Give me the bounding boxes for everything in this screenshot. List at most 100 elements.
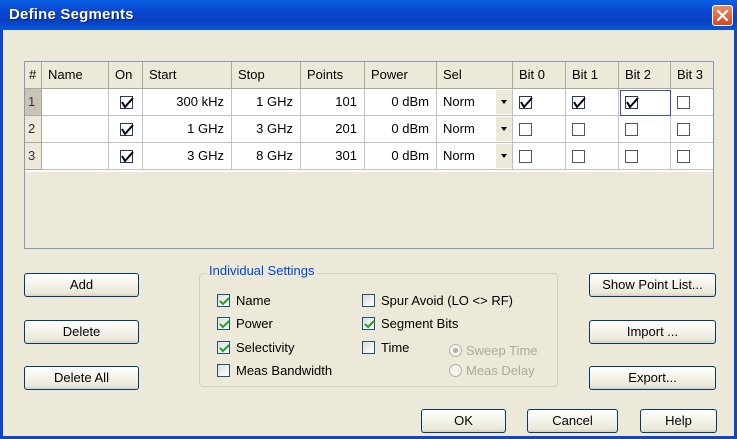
- cell-start[interactable]: 1 GHz: [143, 116, 232, 143]
- col-header-bit0[interactable]: Bit 0: [513, 62, 566, 89]
- check-icon: [219, 344, 230, 353]
- cell-name[interactable]: [42, 116, 109, 143]
- selectivity-label[interactable]: Selectivity: [236, 340, 295, 355]
- col-header-on[interactable]: On: [109, 62, 143, 89]
- power-label[interactable]: Power: [236, 316, 273, 331]
- bit0-checkbox[interactable]: [519, 123, 532, 136]
- individual-settings-label: Individual Settings: [207, 263, 317, 278]
- bit0-checkbox[interactable]: [519, 150, 532, 163]
- col-header-power[interactable]: Power: [365, 62, 437, 89]
- col-header-sel[interactable]: Sel: [437, 62, 513, 89]
- delete-button[interactable]: Delete: [24, 320, 139, 344]
- time-label[interactable]: Time: [381, 340, 409, 355]
- bit3-checkbox[interactable]: [677, 150, 690, 163]
- name-checkbox[interactable]: [217, 294, 230, 307]
- row-header-1[interactable]: 1: [25, 89, 42, 116]
- segment-bits-checkbox[interactable]: [362, 317, 375, 330]
- cell-power[interactable]: 0 dBm: [365, 143, 437, 170]
- cell-stop[interactable]: 8 GHz: [232, 143, 301, 170]
- show-point-list-button[interactable]: Show Point List...: [589, 273, 716, 297]
- col-header-bit1[interactable]: Bit 1: [566, 62, 619, 89]
- cell-power[interactable]: 0 dBm: [365, 116, 437, 143]
- meas-delay-radio[interactable]: [449, 364, 462, 377]
- cell-sel[interactable]: Norm: [437, 116, 513, 143]
- help-button[interactable]: Help: [640, 409, 717, 433]
- cell-on[interactable]: [109, 116, 143, 143]
- close-button[interactable]: [712, 5, 733, 26]
- cell-start[interactable]: 300 kHz: [143, 89, 232, 116]
- bit0-checkbox[interactable]: [519, 96, 533, 109]
- cell-bit3[interactable]: [671, 116, 713, 143]
- export-button[interactable]: Export...: [589, 366, 716, 390]
- row-header-2[interactable]: 2: [25, 116, 42, 143]
- cell-points[interactable]: 101: [301, 89, 365, 116]
- cell-stop[interactable]: 1 GHz: [232, 89, 301, 116]
- sel-dropdown-button[interactable]: [495, 90, 512, 114]
- spur-avoid-label[interactable]: Spur Avoid (LO <> RF): [381, 293, 513, 308]
- cell-power[interactable]: 0 dBm: [365, 89, 437, 116]
- cell-bit0[interactable]: [513, 89, 566, 116]
- cell-bit1[interactable]: [566, 89, 619, 116]
- sel-dropdown-button[interactable]: [495, 144, 512, 168]
- bit1-checkbox[interactable]: [572, 150, 585, 163]
- sweep-time-radio[interactable]: [449, 344, 462, 357]
- on-checkbox[interactable]: [120, 123, 134, 136]
- cell-points[interactable]: 301: [301, 143, 365, 170]
- cell-bit2[interactable]: [619, 143, 671, 170]
- check-icon: [121, 151, 134, 163]
- meas-bandwidth-checkbox[interactable]: [217, 364, 230, 377]
- bit1-checkbox[interactable]: [572, 123, 585, 136]
- cell-sel[interactable]: Norm: [437, 89, 513, 116]
- segment-table[interactable]: # Name On Start Stop Points Power Sel Bi…: [24, 61, 714, 249]
- cell-sel[interactable]: Norm: [437, 143, 513, 170]
- name-label[interactable]: Name: [236, 293, 271, 308]
- cell-points[interactable]: 201: [301, 116, 365, 143]
- cancel-button[interactable]: Cancel: [527, 409, 618, 433]
- on-checkbox[interactable]: [120, 150, 134, 163]
- cell-bit3[interactable]: [671, 143, 713, 170]
- cell-start[interactable]: 3 GHz: [143, 143, 232, 170]
- selectivity-checkbox[interactable]: [217, 341, 230, 354]
- cell-focus-outline: [620, 90, 671, 116]
- cell-on[interactable]: [109, 143, 143, 170]
- title-bar[interactable]: Define Segments: [0, 0, 737, 30]
- on-checkbox[interactable]: [120, 96, 134, 109]
- bit2-checkbox[interactable]: [625, 123, 638, 136]
- close-icon: [716, 9, 729, 22]
- segment-bits-label[interactable]: Segment Bits: [381, 316, 458, 331]
- col-header-start[interactable]: Start: [143, 62, 232, 89]
- bit3-checkbox[interactable]: [677, 96, 690, 109]
- cell-stop[interactable]: 3 GHz: [232, 116, 301, 143]
- power-checkbox[interactable]: [217, 317, 230, 330]
- cell-bit0[interactable]: [513, 143, 566, 170]
- sweep-time-label[interactable]: Sweep Time: [466, 343, 538, 358]
- col-header-bit2[interactable]: Bit 2: [619, 62, 671, 89]
- cell-bit2[interactable]: [619, 116, 671, 143]
- col-header-name[interactable]: Name: [42, 62, 109, 89]
- cell-name[interactable]: [42, 143, 109, 170]
- ok-button[interactable]: OK: [421, 409, 506, 433]
- col-header-points[interactable]: Points: [301, 62, 365, 89]
- bit3-checkbox[interactable]: [677, 123, 690, 136]
- meas-bandwidth-label[interactable]: Meas Bandwidth: [236, 363, 332, 378]
- col-header-stop[interactable]: Stop: [232, 62, 301, 89]
- window-title: Define Segments: [9, 6, 134, 23]
- row-header-3[interactable]: 3: [25, 143, 42, 170]
- bit1-checkbox[interactable]: [572, 96, 586, 109]
- add-button[interactable]: Add: [24, 273, 139, 297]
- cell-on[interactable]: [109, 89, 143, 116]
- sel-dropdown-button[interactable]: [495, 117, 512, 141]
- cell-bit3[interactable]: [671, 89, 713, 116]
- time-checkbox[interactable]: [362, 341, 375, 354]
- cell-bit1[interactable]: [566, 116, 619, 143]
- col-header-bit3[interactable]: Bit 3: [671, 62, 713, 89]
- spur-avoid-checkbox[interactable]: [362, 294, 375, 307]
- import-button[interactable]: Import ...: [589, 320, 716, 344]
- meas-delay-label[interactable]: Meas Delay: [466, 363, 535, 378]
- col-header-num: #: [25, 62, 42, 89]
- cell-bit0[interactable]: [513, 116, 566, 143]
- cell-bit1[interactable]: [566, 143, 619, 170]
- bit2-checkbox[interactable]: [625, 150, 638, 163]
- delete-all-button[interactable]: Delete All: [24, 366, 139, 390]
- cell-name[interactable]: [42, 89, 109, 116]
